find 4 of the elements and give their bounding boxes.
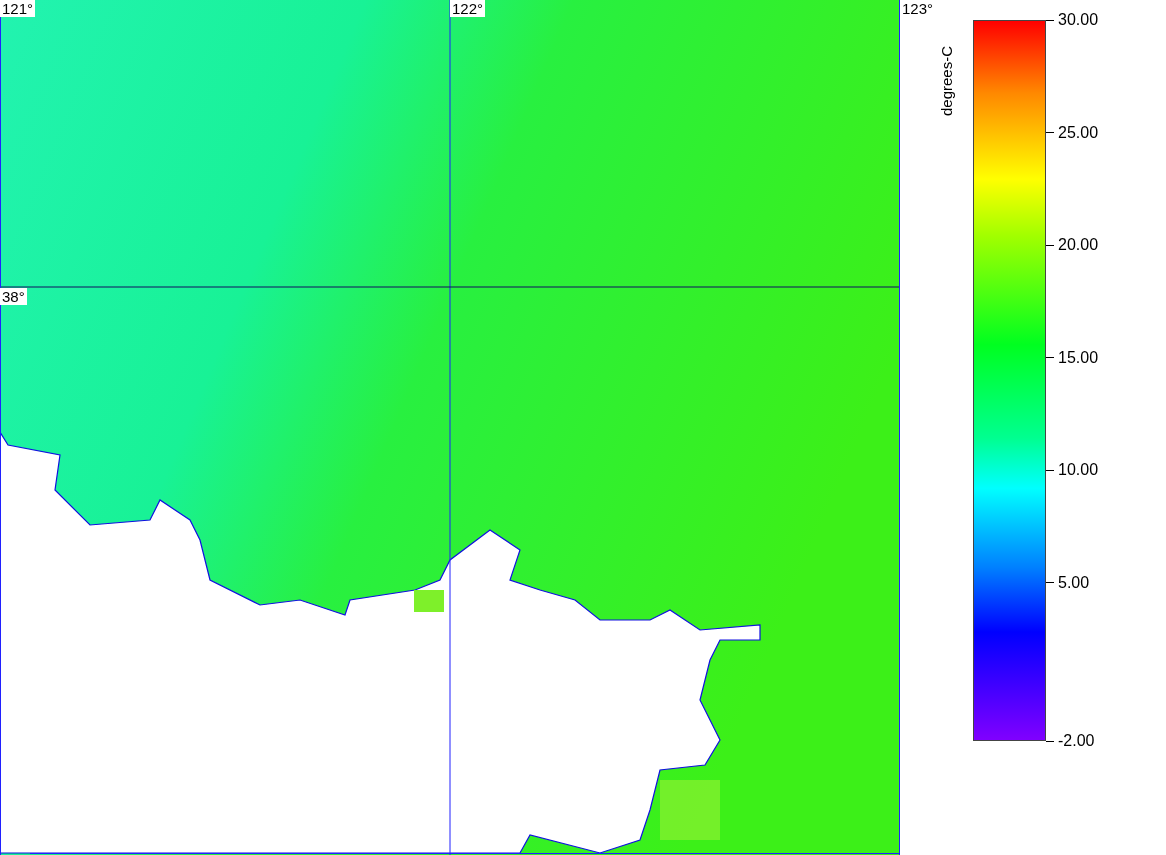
latitude-label: 38° (0, 288, 27, 305)
longitude-label: 121° (0, 0, 36, 17)
unit-label: degrees-C (938, 44, 956, 116)
longitude-label: 122° (450, 0, 486, 17)
